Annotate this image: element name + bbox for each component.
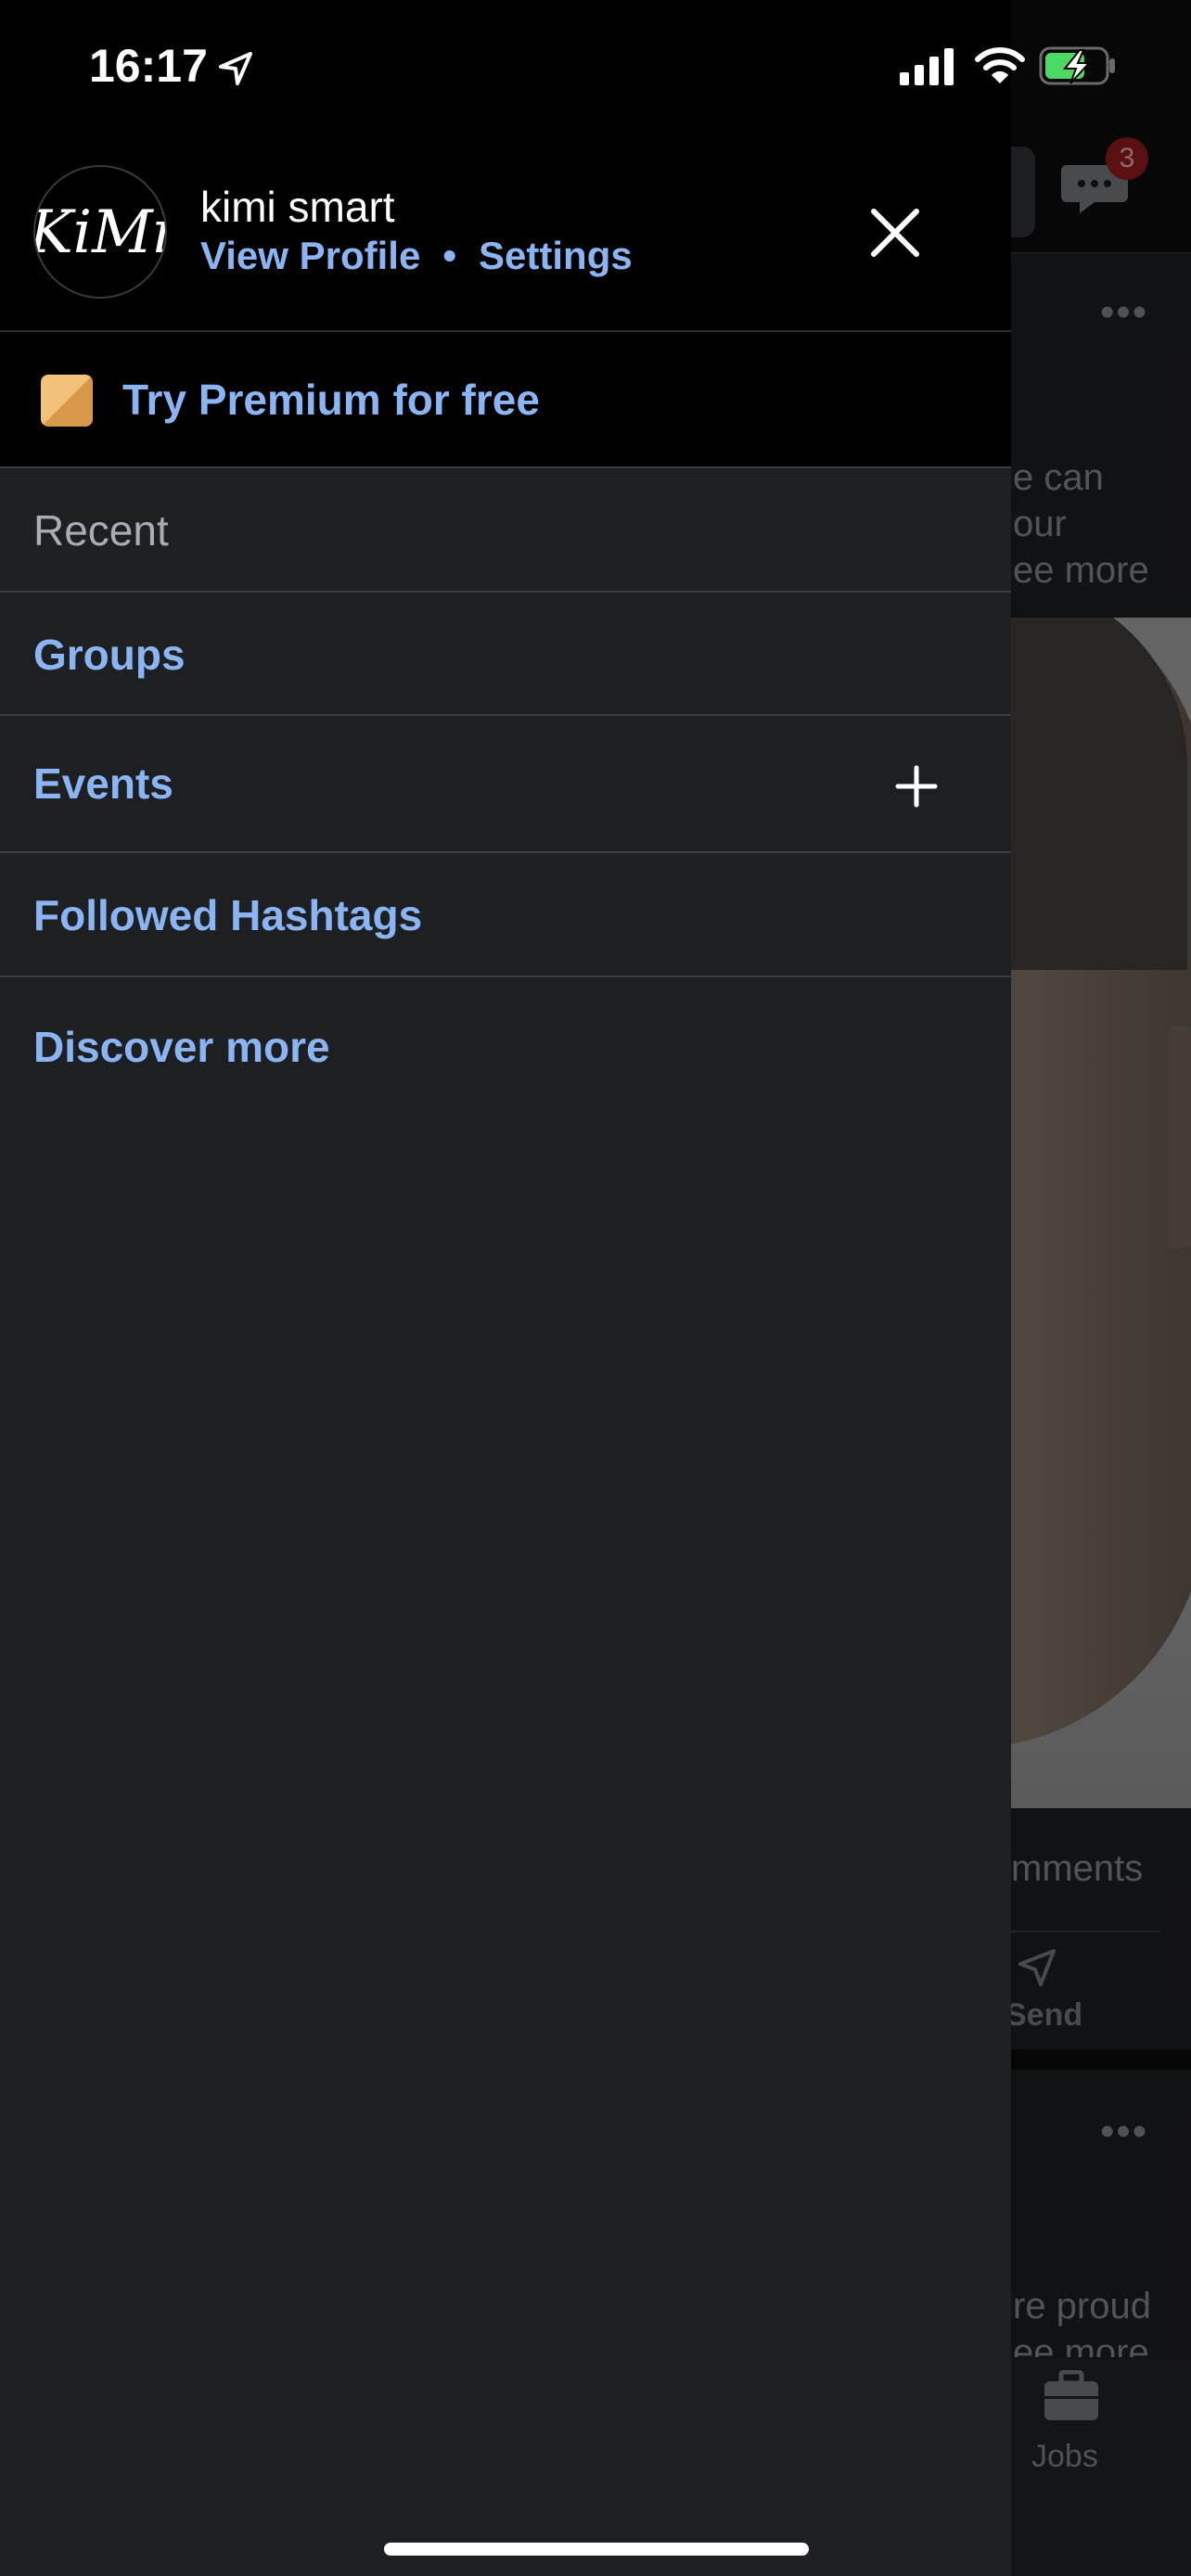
location-arrow-icon — [219, 52, 252, 85]
recent-section-header: Recent — [0, 468, 1011, 593]
menu-item-events[interactable]: Events — [0, 716, 1011, 853]
settings-link[interactable]: Settings — [479, 234, 633, 277]
profile-links: View Profile • Settings — [200, 234, 633, 278]
menu-item-discover-more[interactable]: Discover more — [0, 977, 1011, 1116]
menu-item-followed-hashtags[interactable]: Followed Hashtags — [0, 853, 1011, 977]
discover-label: Discover more — [33, 1023, 330, 1071]
battery-charging-icon — [1039, 46, 1115, 85]
add-event-icon[interactable] — [889, 759, 944, 814]
menu-item-groups[interactable]: Groups — [0, 593, 1011, 716]
wifi-icon — [975, 47, 1025, 83]
close-icon[interactable] — [863, 200, 928, 265]
recent-label: Recent — [33, 506, 169, 555]
avatar[interactable]: KiMi — [33, 165, 167, 299]
avatar-text: KiMi — [35, 198, 165, 267]
overlay-dim[interactable] — [1011, 0, 1191, 2576]
status-time: 16:17 — [89, 40, 208, 92]
premium-icon[interactable] — [41, 375, 93, 427]
link-separator: • — [442, 234, 457, 277]
hashtags-label: Followed Hashtags — [33, 891, 423, 939]
navigation-drawer: 16:17 KiMi kimi smart View Profile • Setti… — [0, 0, 1115, 2576]
home-indicator — [384, 2543, 809, 2556]
try-premium-link[interactable]: Try Premium for free — [122, 375, 540, 425]
divider — [0, 330, 1011, 332]
view-profile-link[interactable]: View Profile — [200, 234, 420, 277]
user-name[interactable]: kimi smart — [200, 182, 395, 232]
groups-label: Groups — [33, 631, 186, 679]
avatar-logo: KiMi — [35, 198, 165, 267]
cellular-signal-icon — [900, 48, 954, 85]
events-label: Events — [33, 759, 173, 808]
